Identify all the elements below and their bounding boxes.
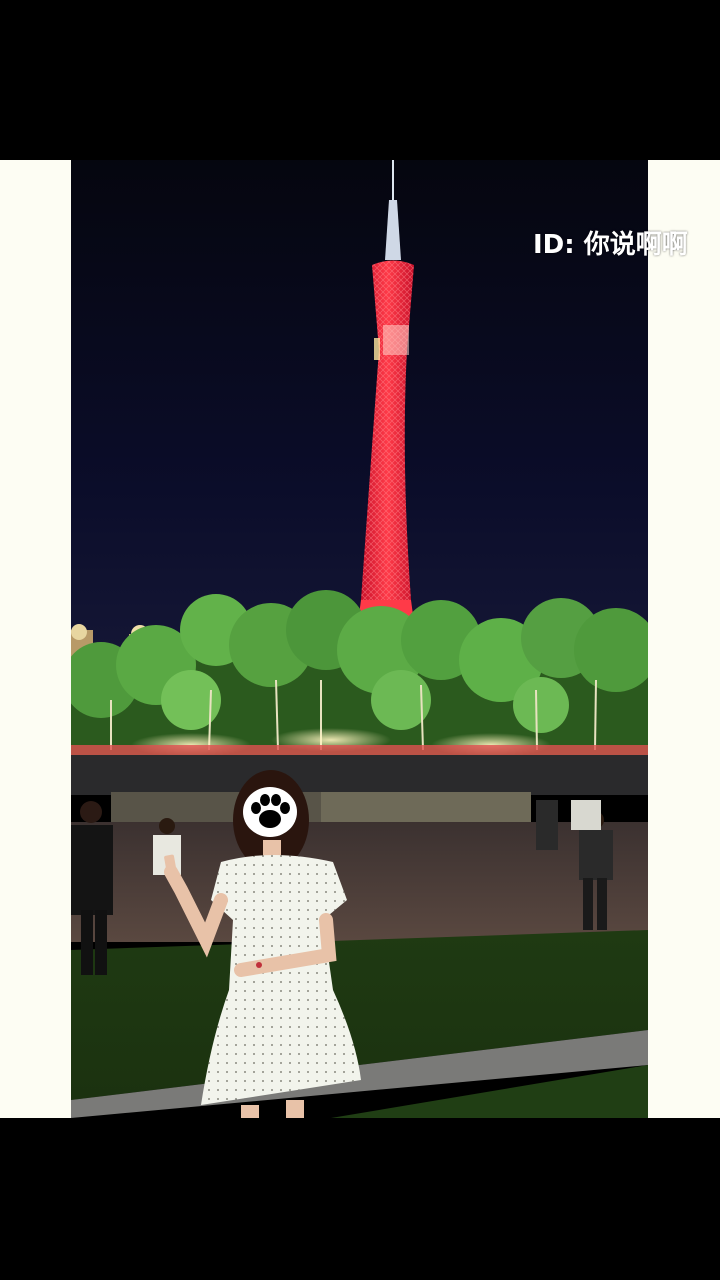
paw-icon [243,787,297,837]
watermark-text: ID: 你说啊啊 [533,230,688,260]
letterbox-bottom [0,1118,720,1280]
embankment [71,755,648,795]
red-light-strip [71,745,648,755]
video-frame: ID: 你说啊啊 [0,0,720,1280]
frame-side-right [648,160,720,1118]
letterbox-top [0,0,720,160]
night-photo [71,160,648,1118]
frame-side-left [0,160,71,1118]
